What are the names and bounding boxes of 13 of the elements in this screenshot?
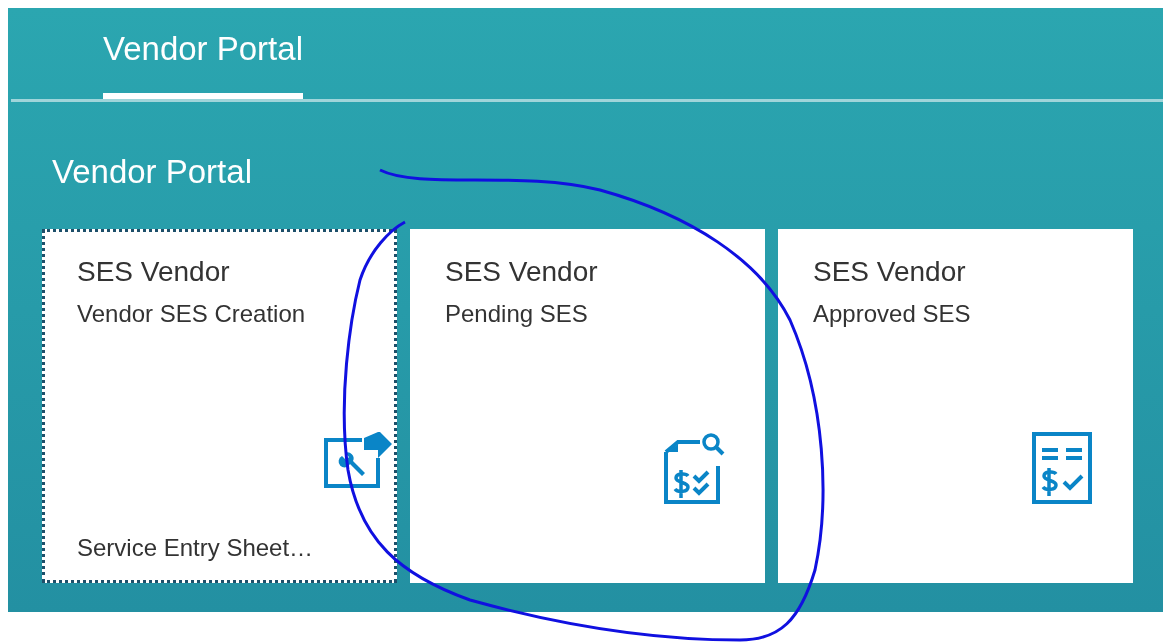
tile-title: SES Vendor	[445, 256, 599, 288]
tile-title: SES Vendor	[77, 256, 231, 288]
app-tile[interactable]: SES Vendor Approved SES	[778, 229, 1133, 583]
tile-subtitle: Approved SES	[813, 300, 972, 328]
invoice-check-icon	[1032, 432, 1094, 506]
app-tile[interactable]: SES Vendor Pending SES	[410, 229, 765, 583]
tile-footer: Service Entry Sheet…	[77, 534, 362, 562]
tile-title: SES Vendor	[813, 256, 967, 288]
tile-subtitle: Pending SES	[445, 300, 589, 328]
app-tile[interactable]: SES Vendor Vendor SES Creation Service Entry Sheet…	[42, 229, 397, 583]
group-title: Vendor Portal	[52, 153, 253, 191]
invoice-search-icon	[664, 432, 726, 504]
tile-subtitle: Vendor SES Creation	[77, 300, 307, 328]
